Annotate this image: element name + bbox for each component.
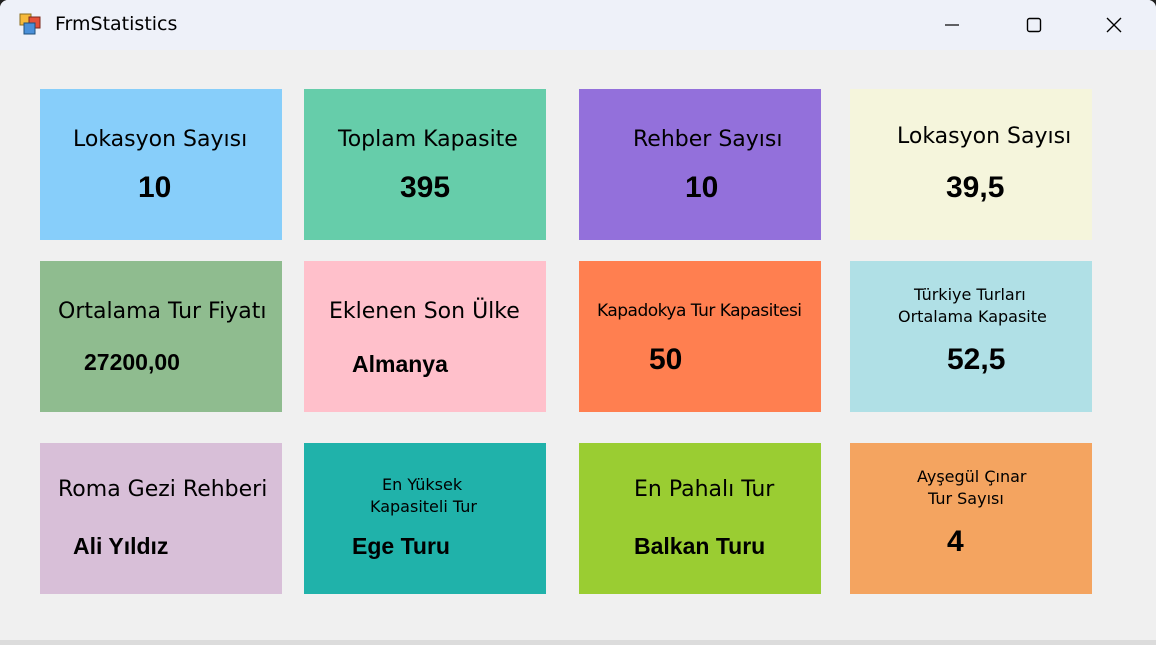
tile-value: 52,5	[947, 343, 1006, 376]
tile-last-added-country: Eklenen Son Ülke Almanya	[304, 261, 546, 412]
tile-label: Kapadokya Tur Kapasitesi	[597, 301, 802, 321]
minimize-button[interactable]	[912, 0, 992, 50]
tile-total-capacity: Toplam Kapasite 395	[304, 89, 546, 240]
tile-aysegul-cinar-tour-count: Ayşegül Çınar Tur Sayısı 4	[850, 443, 1092, 594]
tile-label: Lokasyon Sayısı	[897, 124, 1072, 149]
tile-value: 27200,00	[84, 349, 180, 375]
tile-label-line2: Kapasiteli Tur	[370, 497, 477, 516]
tile-average-tour-price: Ortalama Tur Fiyatı 27200,00	[40, 261, 282, 412]
tile-value: Ege Turu	[352, 533, 450, 559]
tile-cappadocia-capacity: Kapadokya Tur Kapasitesi 50	[579, 261, 821, 412]
tile-label: Eklenen Son Ülke	[329, 299, 520, 324]
tile-guide-count: Rehber Sayısı 10	[579, 89, 821, 240]
tile-value: 4	[947, 525, 964, 558]
tile-value: 50	[649, 343, 683, 376]
tile-value: 395	[400, 171, 451, 204]
tile-location-count-avg: Lokasyon Sayısı 39,5	[850, 89, 1092, 240]
tile-highest-capacity-tour: En Yüksek Kapasiteli Tur Ege Turu	[304, 443, 546, 594]
tile-value: 10	[138, 171, 172, 204]
maximize-icon	[1026, 17, 1042, 33]
tile-label: Lokasyon Sayısı	[73, 127, 248, 152]
tile-label-line2: Ortalama Kapasite	[898, 307, 1047, 326]
tile-label: Ortalama Tur Fiyatı	[58, 299, 267, 324]
close-icon	[1106, 17, 1122, 33]
tile-value: Ali Yıldız	[73, 533, 169, 559]
close-button[interactable]	[1074, 0, 1154, 50]
tile-label: Rehber Sayısı	[633, 127, 783, 152]
tile-label-line2: Tur Sayısı	[928, 489, 1004, 508]
statistics-window: FrmStatistics Lokasyon Sayısı 10 Toplam …	[0, 0, 1156, 645]
tile-value: Almanya	[352, 351, 448, 377]
maximize-button[interactable]	[994, 0, 1074, 50]
app-icon	[19, 13, 41, 35]
tile-rome-trip-guide: Roma Gezi Rehberi Ali Yıldız	[40, 443, 282, 594]
window-bottom-edge	[0, 640, 1156, 645]
tile-location-count: Lokasyon Sayısı 10	[40, 89, 282, 240]
tile-turkey-tours-average-capacity: Türkiye Turları Ortalama Kapasite 52,5	[850, 261, 1092, 412]
tile-label: Roma Gezi Rehberi	[58, 477, 268, 502]
tile-value: 39,5	[946, 171, 1005, 204]
tile-label-line1: Ayşegül Çınar	[917, 467, 1027, 486]
tile-label-line1: En Yüksek	[382, 475, 463, 494]
tile-label: Toplam Kapasite	[338, 127, 518, 152]
tile-label: En Pahalı Tur	[634, 477, 775, 502]
minimize-icon	[945, 24, 959, 26]
tile-most-expensive-tour: En Pahalı Tur Balkan Turu	[579, 443, 821, 594]
title-bar[interactable]: FrmStatistics	[0, 0, 1156, 50]
window-title: FrmStatistics	[55, 13, 178, 35]
tile-value: 10	[685, 171, 719, 204]
tile-label-line1: Türkiye Turları	[914, 285, 1026, 304]
tile-value: Balkan Turu	[634, 533, 766, 559]
